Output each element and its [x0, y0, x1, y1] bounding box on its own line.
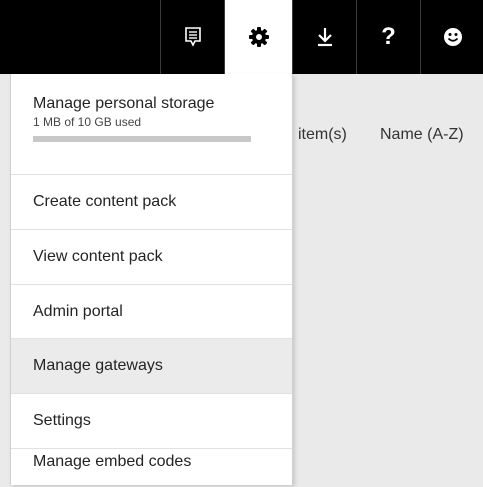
- feedback-button[interactable]: [160, 0, 224, 74]
- items-count-label: item(s): [298, 126, 347, 143]
- menu-item-label: Create content pack: [33, 193, 177, 210]
- smiley-button[interactable]: [420, 0, 483, 74]
- feedback-icon: [184, 27, 201, 47]
- menu-item-label: Manage embed codes: [33, 453, 192, 470]
- menu-item-settings[interactable]: Settings: [11, 394, 292, 449]
- storage-progress-bar: [33, 136, 251, 142]
- storage-title: Manage personal storage: [33, 95, 215, 112]
- top-toolbar: ?: [0, 0, 483, 74]
- menu-item-manage-gateways[interactable]: Manage gateways: [11, 339, 292, 394]
- menu-item-view-content-pack[interactable]: View content pack: [11, 230, 292, 285]
- menu-item-create-content-pack[interactable]: Create content pack: [11, 175, 292, 230]
- menu-item-label: Manage gateways: [33, 357, 163, 374]
- settings-button[interactable]: [224, 0, 292, 74]
- sort-dropdown[interactable]: Name (A-Z): [380, 126, 464, 144]
- help-icon: ?: [381, 23, 396, 50]
- menu-item-label: View content pack: [33, 248, 163, 265]
- menu-item-label: Settings: [33, 412, 91, 429]
- help-button[interactable]: ?: [356, 0, 420, 74]
- settings-menu: Manage personal storage 1 MB of 10 GB us…: [10, 74, 293, 485]
- download-icon: [317, 28, 332, 47]
- settings-gear-icon: [248, 27, 269, 47]
- smiley-icon: [443, 28, 462, 46]
- menu-item-manage-embed-codes[interactable]: Manage embed codes: [11, 449, 292, 485]
- manage-storage-item[interactable]: Manage personal storage 1 MB of 10 GB us…: [11, 74, 292, 175]
- storage-usage: 1 MB of 10 GB used: [33, 115, 142, 129]
- menu-item-admin-portal[interactable]: Admin portal: [11, 285, 292, 339]
- download-button[interactable]: [292, 0, 356, 74]
- menu-item-label: Admin portal: [33, 302, 123, 320]
